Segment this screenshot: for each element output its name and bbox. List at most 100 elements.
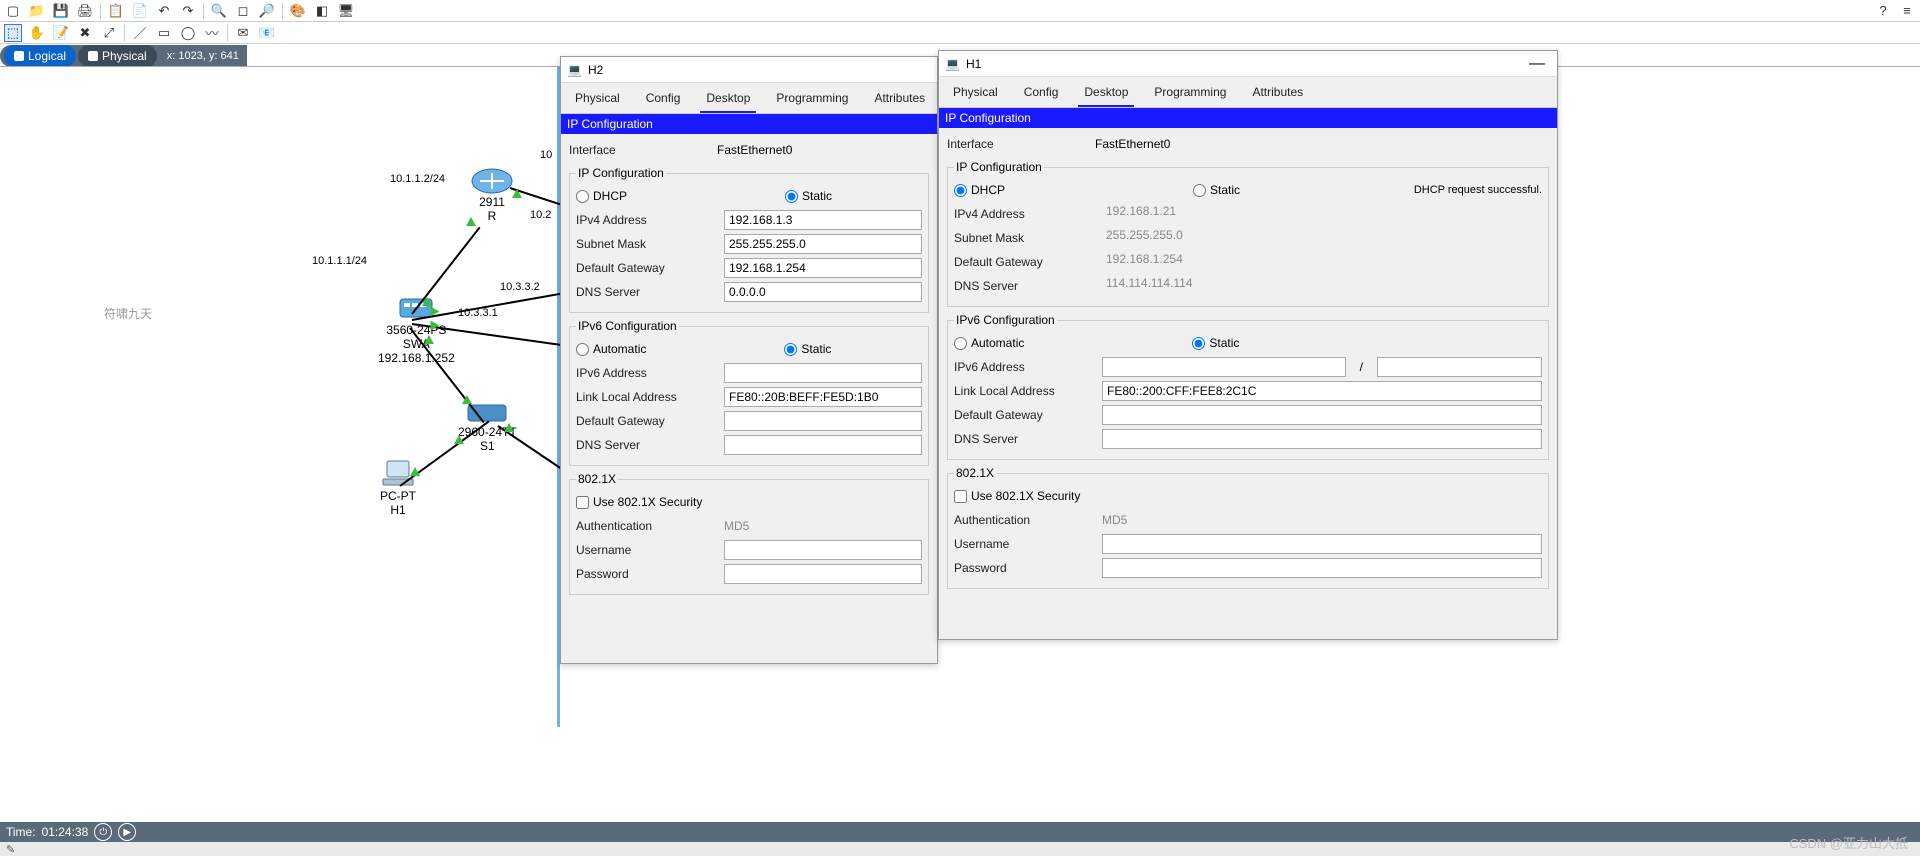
- interface-label: Interface: [569, 143, 709, 157]
- mail-icon[interactable]: ✉: [234, 24, 252, 42]
- auth-value[interactable]: MD5: [1102, 513, 1542, 527]
- dns6-input[interactable]: [1102, 429, 1542, 449]
- app-icon: 💻: [567, 63, 582, 77]
- tab-programming[interactable]: Programming: [770, 87, 854, 113]
- shapes-icon[interactable]: ◧: [313, 2, 331, 20]
- router-node[interactable]: 2911 R: [470, 167, 514, 223]
- auto-radio[interactable]: Automatic: [576, 342, 646, 356]
- mask-label: Subnet Mask: [576, 237, 716, 251]
- freeform-icon[interactable]: 〰: [203, 24, 221, 42]
- mail-open-icon[interactable]: 📧: [258, 24, 276, 42]
- zoom-reset-icon[interactable]: ◻: [234, 2, 252, 20]
- user-label: Username: [954, 537, 1094, 551]
- rect-icon[interactable]: ▭: [155, 24, 173, 42]
- tab-physical[interactable]: Physical: [569, 87, 626, 113]
- zoom-in-icon[interactable]: 🔍: [210, 2, 228, 20]
- port-up-icon: [462, 395, 472, 404]
- use-8021x-checkbox[interactable]: Use 802.1X Security: [576, 495, 702, 509]
- interface-value[interactable]: FastEthernet0: [1095, 137, 1549, 151]
- separator: [227, 25, 228, 41]
- gateway6-input[interactable]: [1102, 405, 1542, 425]
- static-radio[interactable]: Static: [785, 189, 832, 203]
- router-name: R: [470, 209, 514, 223]
- static-radio[interactable]: Static: [1193, 183, 1240, 197]
- ipv4-input[interactable]: [724, 210, 922, 230]
- save-icon[interactable]: 💾: [52, 2, 70, 20]
- device-icon[interactable]: 🖥: [337, 2, 355, 20]
- port-up-icon: [410, 467, 420, 476]
- auto-radio[interactable]: Automatic: [954, 336, 1024, 350]
- copy-icon[interactable]: 📋: [107, 2, 125, 20]
- link-s1-h1: [399, 421, 489, 487]
- gw6-label: Default Gateway: [576, 414, 716, 428]
- use-8021x-checkbox[interactable]: Use 802.1X Security: [954, 489, 1080, 503]
- tab-attributes[interactable]: Attributes: [1246, 81, 1309, 107]
- logical-view-button[interactable]: Logical: [4, 45, 76, 67]
- physical-view-button[interactable]: Physical: [78, 45, 157, 67]
- auth-value[interactable]: MD5: [724, 519, 922, 533]
- gateway6-input[interactable]: [724, 411, 922, 431]
- delete-icon[interactable]: ✖: [76, 24, 94, 42]
- static6-radio[interactable]: Static: [784, 342, 831, 356]
- ipcfg-legend: IP Configuration: [954, 160, 1044, 174]
- dhcp-status: DHCP request successful.: [1414, 184, 1542, 196]
- undo-icon[interactable]: ↶: [155, 2, 173, 20]
- tab-desktop[interactable]: Desktop: [1078, 81, 1134, 107]
- ellipse-icon[interactable]: ◯: [179, 24, 197, 42]
- note-icon[interactable]: 📝: [52, 24, 70, 42]
- tab-attributes[interactable]: Attributes: [868, 87, 931, 113]
- dns-label: DNS Server: [576, 285, 716, 299]
- subnet-input[interactable]: [724, 234, 922, 254]
- main-toolbar: ▢ 📁 💾 🖨 📋 📄 ↶ ↷ 🔍 ◻ 🔎 🎨 ◧ 🖥 ? ≡: [0, 0, 1920, 22]
- ipv6-input[interactable]: [724, 363, 922, 383]
- physical-label: Physical: [102, 49, 147, 63]
- pc-model: PC-PT: [380, 489, 416, 503]
- new-icon[interactable]: ▢: [4, 2, 22, 20]
- play-button[interactable]: ▶: [118, 823, 136, 841]
- palette-icon[interactable]: 🎨: [289, 2, 307, 20]
- resize-icon[interactable]: ⤢: [100, 24, 118, 42]
- prefix-input[interactable]: [1377, 357, 1542, 377]
- line-icon[interactable]: ／: [131, 24, 149, 42]
- open-icon[interactable]: 📁: [28, 2, 46, 20]
- dns6-input[interactable]: [724, 435, 922, 455]
- dhcp-radio[interactable]: DHCP: [954, 183, 1005, 197]
- hand-tool-icon[interactable]: ✋: [28, 24, 46, 42]
- tab-desktop[interactable]: Desktop: [700, 87, 756, 113]
- port-up-icon: [424, 335, 434, 344]
- print-icon[interactable]: 🖨: [76, 2, 94, 20]
- port-up-icon: [504, 423, 514, 432]
- cursor-coords: x: 1023, y: 641: [159, 45, 247, 67]
- minimize-button[interactable]: —: [1523, 55, 1551, 73]
- ipv6addr-label: IPv6 Address: [576, 366, 716, 380]
- separator: [124, 25, 125, 41]
- tab-programming[interactable]: Programming: [1148, 81, 1232, 107]
- dns-input[interactable]: [724, 282, 922, 302]
- tab-config[interactable]: Config: [640, 87, 687, 113]
- gw-label: Default Gateway: [576, 261, 716, 275]
- linklocal-input[interactable]: [724, 387, 922, 407]
- dialog-h2[interactable]: 💻H2 Physical Config Desktop Programming …: [560, 56, 938, 664]
- ip-label: 10: [540, 149, 552, 161]
- dot1x-legend: 802.1X: [954, 466, 996, 480]
- static6-radio[interactable]: Static: [1192, 336, 1239, 350]
- redo-icon[interactable]: ↷: [179, 2, 197, 20]
- paste-icon[interactable]: 📄: [131, 2, 149, 20]
- power-button[interactable]: ⏻: [94, 823, 112, 841]
- dhcp-radio[interactable]: DHCP: [576, 189, 627, 203]
- select-tool-icon[interactable]: ⬚: [4, 24, 22, 42]
- pencil-icon[interactable]: ✎: [6, 843, 15, 856]
- dialog-h1[interactable]: 💻H1— Physical Config Desktop Programming…: [938, 50, 1558, 640]
- menu-icon[interactable]: ≡: [1898, 2, 1916, 20]
- zoom-out-icon[interactable]: 🔎: [258, 2, 276, 20]
- tab-config[interactable]: Config: [1018, 81, 1065, 107]
- tab-physical[interactable]: Physical: [947, 81, 1004, 107]
- s1-name: S1: [458, 439, 517, 453]
- gateway-input[interactable]: [724, 258, 922, 278]
- interface-value[interactable]: FastEthernet0: [717, 143, 929, 157]
- dns6-label: DNS Server: [954, 432, 1094, 446]
- help-icon[interactable]: ?: [1874, 2, 1892, 20]
- linklocal-input[interactable]: [1102, 381, 1542, 401]
- port-up-icon: [431, 321, 440, 331]
- ipv6-input[interactable]: [1102, 357, 1346, 377]
